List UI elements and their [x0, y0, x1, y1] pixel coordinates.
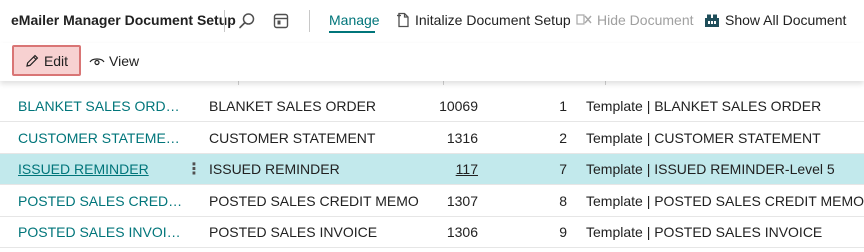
document-code-link[interactable]: ISSUED REMINDER: [18, 161, 183, 177]
action-bar: eMailer Manager Document Setup Manage In…: [0, 0, 864, 43]
line-number: 8: [559, 193, 567, 209]
template-name: Template | POSTED SALES INVOICE: [586, 224, 823, 240]
table-row-selected[interactable]: ISSUED REMINDER ⋮ ISSUED REMINDER 117 7 …: [0, 154, 864, 185]
column-divider: [605, 81, 606, 85]
template-name: Template | ISSUED REMINDER-Level 5: [586, 161, 835, 177]
edit-label: Edit: [43, 52, 69, 69]
document-description: BLANKET SALES ORDER: [209, 98, 377, 114]
report-number-link[interactable]: 117: [456, 161, 478, 177]
document-description: CUSTOMER STATEMENT: [209, 130, 376, 146]
report-number: 1307: [446, 193, 478, 209]
hide-document-button[interactable]: Hide Document: [576, 12, 694, 28]
report-number: 1306: [446, 224, 478, 240]
view-button[interactable]: View: [89, 53, 139, 69]
table-row[interactable]: BLANKET SALES ORDER BLANKET SALES ORDER …: [0, 91, 864, 122]
column-divider: [238, 81, 239, 85]
separator: [224, 10, 225, 32]
page: eMailer Manager Document Setup Manage In…: [0, 0, 864, 252]
hide-document-label: Hide Document: [597, 12, 694, 28]
template-name: Template | BLANKET SALES ORDER: [586, 98, 822, 114]
new-document-icon: [396, 12, 410, 28]
line-number: 2: [559, 130, 567, 146]
initialize-document-setup-label: Initalize Document Setup: [415, 12, 571, 28]
document-description: POSTED SALES CREDIT MEMO: [209, 193, 419, 209]
document-description: ISSUED REMINDER: [209, 161, 340, 177]
show-all-document-button[interactable]: Show All Document: [704, 12, 846, 28]
template-name: Template | POSTED SALES CREDIT MEMO: [586, 193, 864, 209]
document-code-link[interactable]: POSTED SALES CREDIT ...: [18, 193, 183, 209]
table-row[interactable]: POSTED SALES CREDIT ... POSTED SALES CRE…: [0, 186, 864, 217]
show-all-document-label: Show All Document: [725, 12, 847, 28]
show-all-icon: [704, 13, 720, 28]
hide-document-icon: [576, 13, 592, 27]
line-number: 7: [559, 161, 567, 177]
eye-icon: [89, 55, 105, 67]
line-number: 9: [559, 224, 567, 240]
separator: [309, 10, 310, 32]
template-name: Template | CUSTOMER STATEMENT: [586, 130, 821, 146]
document-code-link[interactable]: POSTED SALES INVOICE: [18, 224, 183, 240]
search-icon[interactable]: [236, 10, 258, 32]
line-number: 1: [559, 98, 567, 114]
report-number: 10069: [439, 98, 478, 114]
report-number: 1316: [446, 130, 478, 146]
view-label: View: [109, 53, 140, 69]
column-divider: [443, 81, 444, 85]
tab-manage-underline: [329, 31, 375, 33]
page-title: eMailer Manager Document Setup: [11, 12, 236, 28]
layout-icon[interactable]: [270, 10, 292, 32]
document-code-link[interactable]: CUSTOMER STATEMENT: [18, 130, 183, 146]
row-actions-icon[interactable]: ⋮: [186, 159, 202, 179]
initialize-document-setup-button[interactable]: Initalize Document Setup: [396, 12, 571, 28]
pencil-icon: [25, 54, 39, 68]
sub-action-bar: Edit View: [0, 43, 864, 81]
document-description: POSTED SALES INVOICE: [209, 224, 378, 240]
table-row[interactable]: POSTED SALES INVOICE POSTED SALES INVOIC…: [0, 217, 864, 248]
edit-button[interactable]: Edit: [12, 45, 81, 76]
document-setup-table: BLANKET SALES ORDER BLANKET SALES ORDER …: [0, 81, 864, 252]
document-code-link[interactable]: BLANKET SALES ORDER: [18, 98, 183, 114]
table-row[interactable]: CUSTOMER STATEMENT CUSTOMER STATEMENT 13…: [0, 123, 864, 154]
tab-manage[interactable]: Manage: [329, 12, 380, 28]
